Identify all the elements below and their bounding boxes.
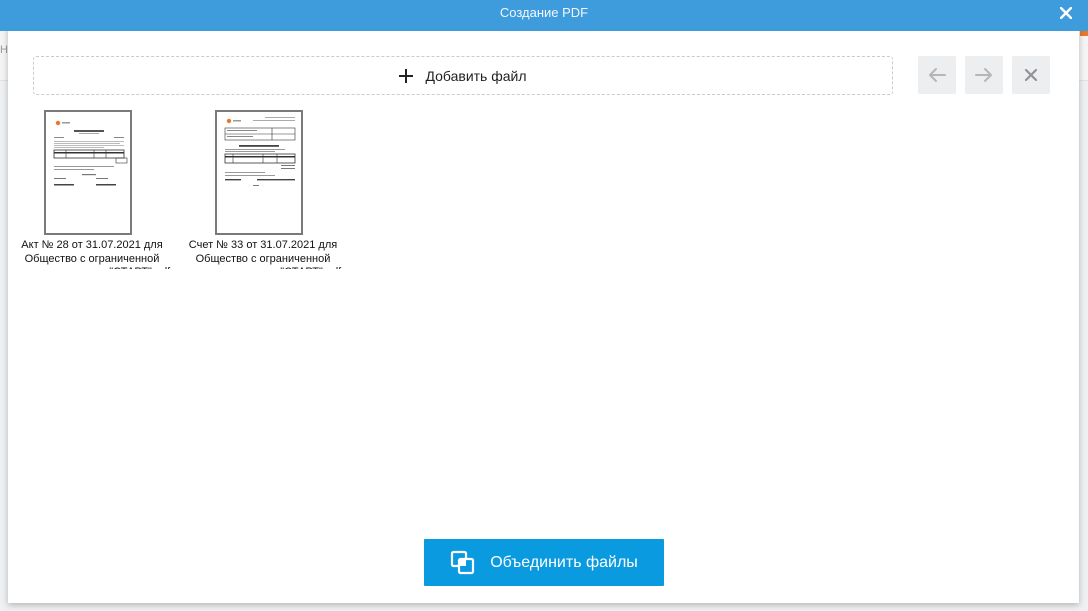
- move-right-button[interactable]: [965, 56, 1003, 94]
- arrow-left-icon: [929, 68, 946, 82]
- close-icon: [1024, 68, 1038, 82]
- document-thumbnail: [53, 120, 128, 186]
- dialog-header: Создание PDF: [0, 0, 1088, 31]
- merge-icon: [451, 550, 475, 574]
- add-file-button[interactable]: Добавить файл: [33, 56, 893, 95]
- arrow-right-icon: [975, 68, 992, 82]
- document-thumbnail: [224, 117, 296, 186]
- merge-files-button[interactable]: Объединить файлы: [424, 539, 664, 586]
- file-preview: [215, 110, 303, 235]
- file-name: Счет № 33 от 31.07.2021 для Общество с о…: [185, 239, 342, 269]
- close-icon: [1060, 7, 1072, 19]
- file-preview: [44, 110, 132, 235]
- dialog-title: Создание PDF: [499, 5, 589, 20]
- close-dialog-button[interactable]: [1056, 2, 1076, 24]
- merge-files-label: Объединить файлы: [490, 553, 638, 571]
- create-pdf-dialog: Создание PDF Добавить файл Акт № 28 от 3…: [0, 0, 1088, 603]
- plus-icon: [399, 68, 414, 83]
- file-name: Акт № 28 от 31.07.2021 для Общество с ог…: [14, 239, 171, 269]
- add-file-label: Добавить файл: [425, 67, 527, 84]
- background-text: Н: [0, 44, 8, 56]
- remove-file-button[interactable]: [1012, 56, 1050, 94]
- move-left-button[interactable]: [918, 56, 956, 94]
